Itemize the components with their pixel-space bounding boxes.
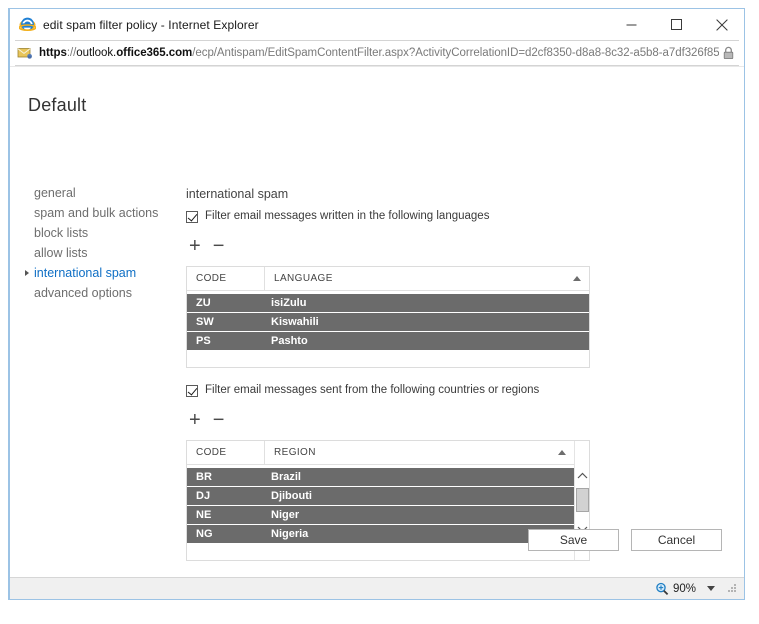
- row-name: Kiswahili: [265, 316, 589, 328]
- title-bar: edit spam filter policy - Internet Explo…: [10, 9, 744, 40]
- mail-favicon-icon: [17, 46, 34, 61]
- sort-ascending-icon: [558, 450, 566, 455]
- internet-explorer-logo-icon: [19, 16, 36, 33]
- languages-rows: ZU isiZulu SW Kiswahili PS Pashto: [187, 291, 589, 367]
- minimize-button[interactable]: [609, 10, 654, 40]
- filter-languages-checkbox-row[interactable]: Filter email messages written in the fol…: [186, 210, 606, 223]
- table-row[interactable]: NE Niger: [187, 506, 574, 525]
- url-host-prefix: outlook.: [76, 47, 116, 59]
- nav-item-international-spam[interactable]: international spam: [24, 263, 184, 283]
- table-row[interactable]: NG Nigeria: [187, 525, 574, 544]
- url-scheme: https: [39, 47, 67, 59]
- url-host-domain: office365.com: [116, 47, 192, 59]
- nav-item-spam-and-bulk-actions[interactable]: spam and bulk actions: [24, 203, 184, 223]
- ie-browser-window: edit spam filter policy - Internet Explo…: [8, 8, 745, 600]
- languages-column-language-label: LANGUAGE: [274, 273, 333, 284]
- row-name: Djibouti: [265, 490, 574, 502]
- table-row[interactable]: ZU isiZulu: [187, 294, 589, 313]
- row-code: NG: [187, 528, 265, 540]
- regions-toolbar: + −: [189, 409, 606, 431]
- filter-languages-label: Filter email messages written in the fol…: [205, 210, 489, 223]
- scroll-up-icon[interactable]: [575, 468, 590, 483]
- page-title: Default: [28, 95, 86, 116]
- resize-grip[interactable]: [727, 583, 738, 594]
- maximize-button[interactable]: [654, 10, 699, 40]
- filter-regions-checkbox-row[interactable]: Filter email messages sent from the foll…: [186, 384, 606, 397]
- settings-nav: general spam and bulk actions block list…: [24, 183, 184, 303]
- address-bar[interactable]: https://outlook.office365.com/ecp/Antisp…: [15, 40, 739, 66]
- table-row[interactable]: BR Brazil: [187, 468, 574, 487]
- url-scheme-separator: ://: [67, 47, 76, 59]
- table-row[interactable]: PS Pashto: [187, 332, 589, 351]
- languages-column-code[interactable]: CODE: [187, 267, 265, 291]
- window-title: edit spam filter policy - Internet Explo…: [43, 18, 259, 32]
- row-code: ZU: [187, 297, 265, 309]
- url-path: /ecp/Antispam/EditSpamContentFilter.aspx…: [192, 47, 719, 59]
- form-actions: Save Cancel: [528, 529, 722, 551]
- magnifier-icon[interactable]: [655, 582, 669, 596]
- international-spam-panel: international spam Filter email messages…: [186, 187, 606, 561]
- zoom-level-label: 90%: [673, 583, 696, 595]
- regions-column-region[interactable]: REGION: [265, 441, 574, 465]
- filter-regions-checkbox[interactable]: [186, 385, 198, 397]
- add-region-button[interactable]: +: [189, 410, 201, 430]
- regions-column-region-label: REGION: [274, 447, 316, 458]
- row-code: NE: [187, 509, 265, 521]
- lock-icon[interactable]: [722, 46, 735, 60]
- cancel-button[interactable]: Cancel: [631, 529, 722, 551]
- languages-column-language[interactable]: LANGUAGE: [265, 267, 589, 291]
- row-code: DJ: [187, 490, 265, 502]
- regions-table-body: CODE REGION BR Brazil DJ Dji: [187, 441, 574, 560]
- languages-empty-row: [187, 351, 589, 367]
- status-bar: 90%: [10, 577, 744, 599]
- url-text: https://outlook.office365.com/ecp/Antisp…: [39, 47, 719, 59]
- add-language-button[interactable]: +: [189, 236, 201, 256]
- languages-table-body: CODE LANGUAGE ZU isiZulu SW: [187, 267, 589, 367]
- address-bar-container: https://outlook.office365.com/ecp/Antisp…: [10, 40, 744, 66]
- row-code: SW: [187, 316, 265, 328]
- regions-rows: BR Brazil DJ Djibouti NE Niger NG: [187, 465, 574, 560]
- scrollbar-thumb[interactable]: [576, 488, 589, 512]
- section-heading: international spam: [186, 187, 606, 201]
- remove-region-button[interactable]: −: [213, 410, 225, 430]
- sort-ascending-icon: [573, 276, 581, 281]
- regions-table-header: CODE REGION: [187, 441, 574, 465]
- row-code: BR: [187, 471, 265, 483]
- row-name: Pashto: [265, 335, 589, 347]
- languages-table: CODE LANGUAGE ZU isiZulu SW: [186, 266, 590, 368]
- nav-item-general[interactable]: general: [24, 183, 184, 203]
- nav-item-block-lists[interactable]: block lists: [24, 223, 184, 243]
- row-name: Brazil: [265, 471, 574, 483]
- regions-empty-row: [187, 544, 574, 560]
- languages-toolbar: + −: [189, 235, 606, 257]
- filter-regions-label: Filter email messages sent from the foll…: [205, 384, 539, 397]
- table-row[interactable]: SW Kiswahili: [187, 313, 589, 332]
- filter-languages-checkbox[interactable]: [186, 211, 198, 223]
- page-content: Default general spam and bulk actions bl…: [10, 66, 744, 577]
- close-button[interactable]: [699, 10, 744, 40]
- zoom-dropdown-caret-icon[interactable]: [707, 586, 715, 591]
- row-name: isiZulu: [265, 297, 589, 309]
- remove-language-button[interactable]: −: [213, 236, 225, 256]
- languages-table-header: CODE LANGUAGE: [187, 267, 589, 291]
- row-code: PS: [187, 335, 265, 347]
- window-controls: [609, 9, 744, 40]
- table-row[interactable]: DJ Djibouti: [187, 487, 574, 506]
- save-button[interactable]: Save: [528, 529, 619, 551]
- row-name: Niger: [265, 509, 574, 521]
- nav-item-allow-lists[interactable]: allow lists: [24, 243, 184, 263]
- regions-column-code[interactable]: CODE: [187, 441, 265, 465]
- nav-item-advanced-options[interactable]: advanced options: [24, 283, 184, 303]
